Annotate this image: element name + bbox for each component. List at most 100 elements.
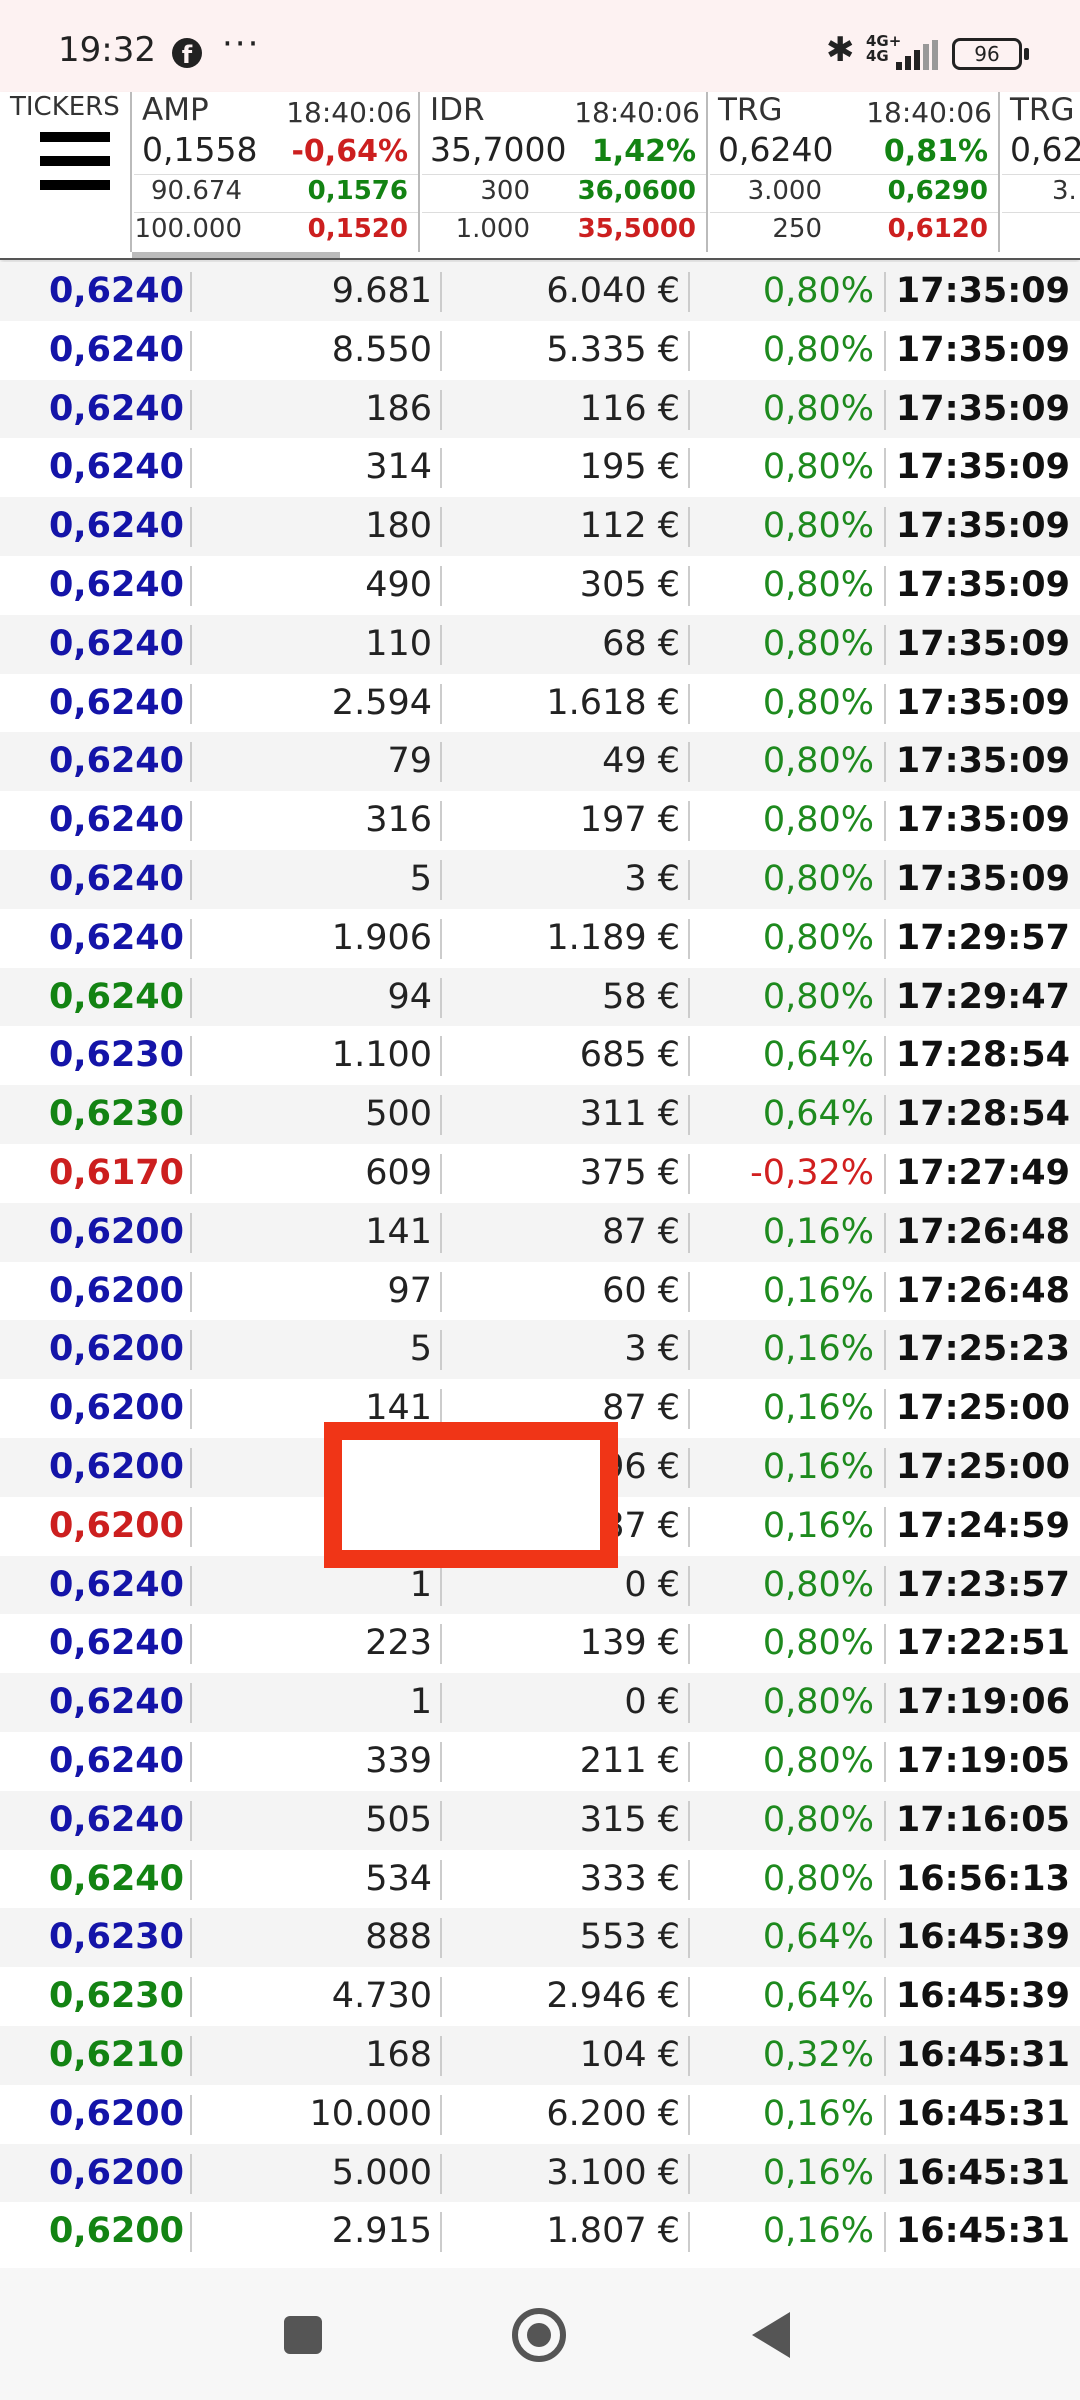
ticker-change: 0,81% bbox=[883, 134, 988, 169]
trade-value: 3.100 € bbox=[546, 2152, 680, 2193]
trade-time: 17:35:09 bbox=[895, 800, 1070, 841]
trade-change-percent: 0,80% bbox=[762, 623, 874, 664]
trade-price: 0,6240 bbox=[48, 1623, 184, 1664]
column-divider bbox=[440, 1683, 442, 1724]
trade-row: 0,6240 314 195 € 0,80% 17:35:09 bbox=[0, 438, 1080, 497]
trade-quantity: 79 bbox=[387, 741, 432, 782]
trade-price: 0,6240 bbox=[48, 917, 184, 958]
ticker-bid-volume: 3.000 bbox=[747, 176, 822, 206]
ticker-card-amp[interactable]: AMP 18:40:06 0,1558 -0,64% 90.674 0,1576… bbox=[134, 92, 420, 252]
trade-row: 0,6240 9.681 6.040 € 0,80% 17:35:09 bbox=[0, 262, 1080, 321]
trade-row: 0,6240 339 211 € 0,80% 17:19:05 bbox=[0, 1732, 1080, 1791]
trade-price: 0,6240 bbox=[48, 1799, 184, 1840]
column-divider bbox=[688, 1153, 690, 1194]
column-divider bbox=[190, 448, 192, 489]
column-divider bbox=[884, 683, 886, 724]
clock: 19:32 bbox=[58, 30, 156, 70]
trade-quantity: 534 bbox=[365, 1858, 432, 1899]
trade-value: 2.946 € bbox=[546, 1976, 680, 2017]
home-button-icon[interactable] bbox=[512, 2308, 566, 2362]
trade-quantity: 490 bbox=[365, 564, 432, 605]
trade-time: 17:26:48 bbox=[895, 1270, 1070, 1311]
ticker-card-idr[interactable]: IDR 18:40:06 35,7000 1,42% 300 36,0600 1… bbox=[422, 92, 708, 252]
trade-value: 1.807 € bbox=[546, 2211, 680, 2252]
trade-value: 1.618 € bbox=[546, 682, 680, 723]
trade-change-percent: 0,16% bbox=[762, 2093, 874, 2134]
column-divider bbox=[190, 683, 192, 724]
trade-price: 0,6240 bbox=[48, 329, 184, 370]
trade-time: 17:35:09 bbox=[895, 741, 1070, 782]
column-divider bbox=[190, 2094, 192, 2135]
trade-value: 60 € bbox=[602, 1270, 680, 1311]
column-divider bbox=[884, 1389, 886, 1430]
tickers-menu-button[interactable]: TICKERS bbox=[0, 92, 132, 252]
trade-change-percent: 0,80% bbox=[762, 1682, 874, 1723]
ticker-ask: 0,1520 bbox=[307, 214, 408, 244]
hamburger-menu-icon[interactable] bbox=[40, 132, 110, 190]
ticker-scrollbar[interactable] bbox=[132, 252, 340, 258]
trade-price: 0,6200 bbox=[48, 1329, 184, 1370]
column-divider bbox=[440, 330, 442, 371]
trade-value: 87 € bbox=[602, 1211, 680, 1252]
column-divider bbox=[688, 272, 690, 312]
column-divider bbox=[440, 1624, 442, 1665]
recents-button-icon[interactable] bbox=[284, 2316, 322, 2354]
trade-time: 17:25:00 bbox=[895, 1388, 1070, 1429]
column-divider bbox=[884, 2094, 886, 2135]
trade-quantity: 316 bbox=[365, 800, 432, 841]
trade-price: 0,6230 bbox=[48, 1035, 184, 1076]
column-divider bbox=[190, 507, 192, 548]
trade-quantity: 97 bbox=[387, 1270, 432, 1311]
column-divider bbox=[190, 1212, 192, 1253]
column-divider bbox=[884, 1036, 886, 1077]
trade-quantity: 4.730 bbox=[331, 1976, 432, 2017]
trade-price: 0,6170 bbox=[48, 1152, 184, 1193]
trade-quantity: 180 bbox=[365, 506, 432, 547]
trade-value: 49 € bbox=[602, 741, 680, 782]
column-divider bbox=[440, 389, 442, 430]
trade-value: 195 € bbox=[579, 447, 680, 488]
trade-quantity: 505 bbox=[365, 1799, 432, 1840]
trade-value: 0 € bbox=[624, 1682, 680, 1723]
trade-time: 17:29:47 bbox=[895, 976, 1070, 1017]
trade-time: 17:26:48 bbox=[895, 1211, 1070, 1252]
column-divider bbox=[440, 1212, 442, 1253]
trade-time: 17:22:51 bbox=[895, 1623, 1070, 1664]
trade-time: 17:35:09 bbox=[895, 623, 1070, 664]
ticker-bar[interactable]: TICKERS AMP 18:40:06 0,1558 -0,64% 90.67… bbox=[0, 92, 1080, 260]
column-divider bbox=[190, 859, 192, 900]
trade-value: 211 € bbox=[579, 1740, 680, 1781]
column-divider bbox=[884, 1624, 886, 1665]
ticker-symbol: TRG bbox=[718, 92, 783, 128]
trade-change-percent: 0,80% bbox=[762, 388, 874, 429]
column-divider bbox=[440, 2212, 442, 2253]
trade-time: 16:45:39 bbox=[895, 1917, 1070, 1958]
trade-value: 553 € bbox=[579, 1917, 680, 1958]
column-divider bbox=[190, 1918, 192, 1959]
column-divider bbox=[190, 1389, 192, 1430]
column-divider bbox=[884, 1859, 886, 1900]
ticker-card-trg-partial[interactable]: TRG 0,62 3. bbox=[1002, 92, 1080, 252]
column-divider bbox=[190, 272, 192, 312]
trade-change-percent: 0,16% bbox=[762, 1446, 874, 1487]
column-divider bbox=[440, 1741, 442, 1782]
trade-price: 0,6200 bbox=[48, 1388, 184, 1429]
signal-icon bbox=[896, 40, 940, 70]
trade-row: 0,6200 141 87 € 0,16% 17:26:48 bbox=[0, 1202, 1080, 1262]
trade-time: 16:45:31 bbox=[895, 2093, 1070, 2134]
column-divider bbox=[688, 1212, 690, 1253]
trade-value: 305 € bbox=[579, 564, 680, 605]
column-divider bbox=[884, 1330, 886, 1371]
trade-change-percent: 0,80% bbox=[762, 329, 874, 370]
column-divider bbox=[688, 2212, 690, 2253]
ticker-price: 0,6240 bbox=[718, 130, 834, 169]
trade-quantity: 168 bbox=[365, 2034, 432, 2075]
trade-value: 311 € bbox=[579, 1094, 680, 1135]
ticker-card-trg[interactable]: TRG 18:40:06 0,6240 0,81% 3.000 0,6290 2… bbox=[710, 92, 1000, 252]
column-divider bbox=[688, 1447, 690, 1488]
back-button-icon[interactable] bbox=[752, 2312, 790, 2358]
ticker-price: 35,7000 bbox=[430, 130, 567, 169]
trade-row: 0,6240 1.906 1.189 € 0,80% 17:29:57 bbox=[0, 909, 1080, 968]
trade-time: 17:35:09 bbox=[895, 858, 1070, 899]
trade-time: 17:25:00 bbox=[895, 1446, 1070, 1487]
